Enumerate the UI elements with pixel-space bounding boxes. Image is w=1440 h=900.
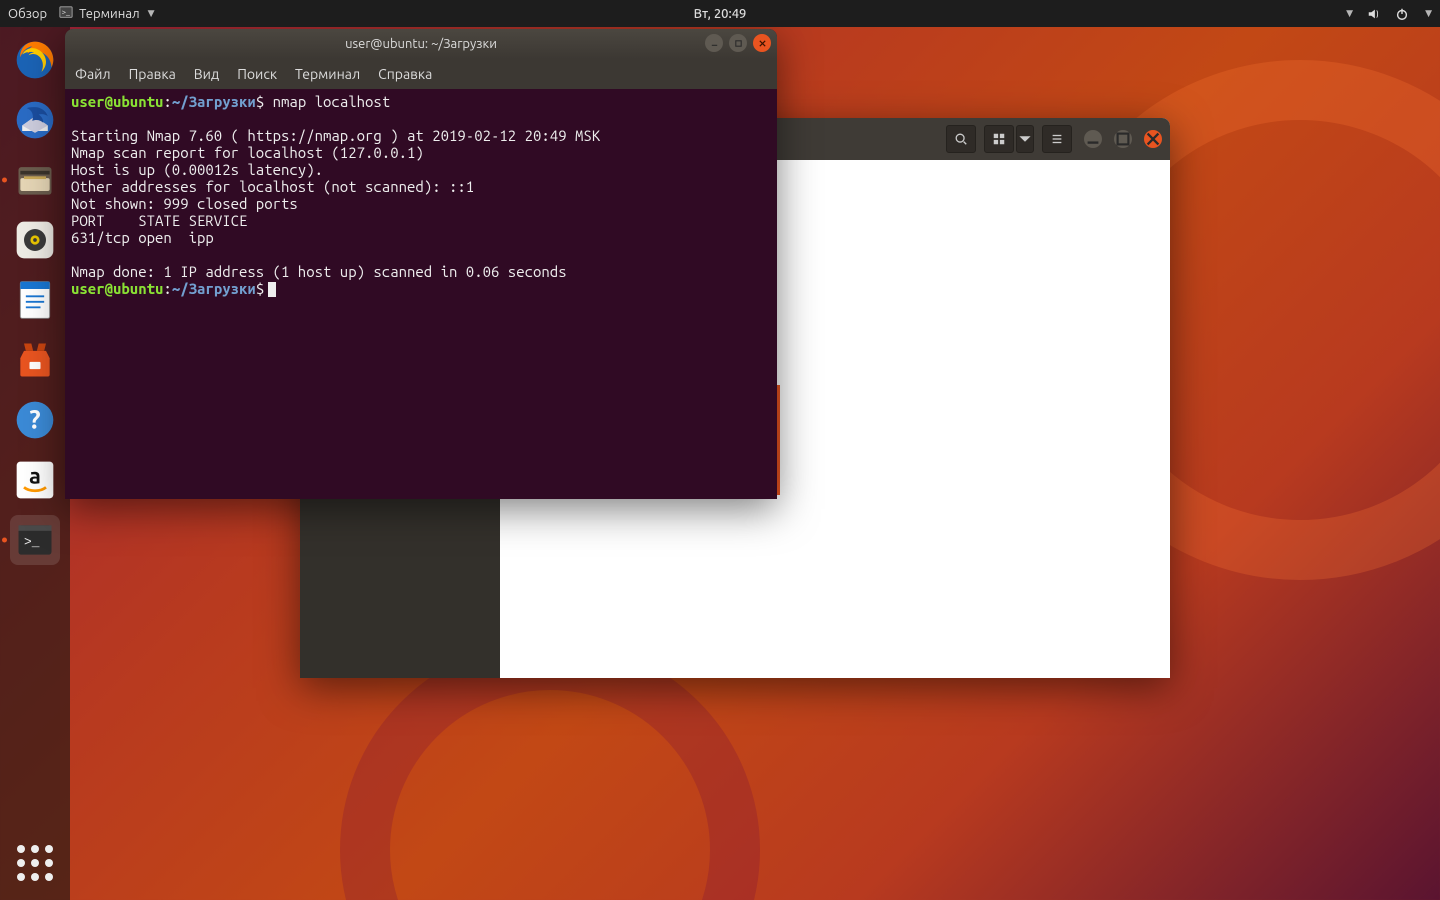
svg-text:a: a (29, 464, 41, 489)
chevron-down-icon: ▼ (1425, 8, 1432, 19)
terminal-output[interactable]: user@ubuntu:~/Загрузки$ nmap localhost S… (65, 89, 777, 301)
dock: ? a >_ (0, 27, 70, 900)
command-text: nmap localhost (264, 93, 390, 110)
volume-icon[interactable] (1367, 7, 1381, 21)
view-grid-button[interactable] (984, 125, 1014, 153)
window-title: user@ubuntu: ~/Загрузки (345, 37, 497, 51)
apps-grid-icon (17, 845, 53, 881)
prompt-sep: : (163, 93, 171, 110)
output-line: 631/tcp open ipp (71, 229, 214, 246)
svg-text:?: ? (29, 404, 40, 433)
output-line: Nmap scan report for localhost (127.0.0.… (71, 144, 424, 161)
minimize-button[interactable] (705, 34, 723, 52)
prompt-path: ~/Загрузки (172, 93, 256, 110)
running-indicator (2, 178, 7, 183)
chevron-down-icon: ▼ (148, 8, 155, 19)
svg-text:>_: >_ (24, 535, 40, 550)
app-menu-label: Терминал (79, 7, 139, 21)
prompt-user: user@ubuntu (71, 280, 163, 297)
output-line: Other addresses for localhost (not scann… (71, 178, 474, 195)
view-dropdown-button[interactable] (1016, 125, 1034, 153)
app-menu-button[interactable]: >_ Терминал ▼ (59, 5, 154, 22)
system-menu-network[interactable]: ▼ (1344, 8, 1353, 19)
menu-file[interactable]: Файл (75, 66, 111, 82)
dock-item-amazon[interactable]: a (10, 455, 60, 505)
search-button[interactable] (946, 125, 976, 153)
svg-text:>_: >_ (62, 9, 70, 17)
dock-item-thunderbird[interactable] (10, 95, 60, 145)
show-applications-button[interactable] (10, 838, 60, 888)
output-line: Host is up (0.00012s latency). (71, 161, 323, 178)
menu-view[interactable]: Вид (194, 66, 219, 82)
menu-search[interactable]: Поиск (237, 66, 277, 82)
dock-item-writer[interactable] (10, 275, 60, 325)
top-bar: Обзор >_ Терминал ▼ Вт, 20:49 ▼ ▼ (0, 0, 1440, 27)
dock-item-help[interactable]: ? (10, 395, 60, 445)
output-line: Nmap done: 1 IP address (1 host up) scan… (71, 263, 567, 280)
terminal-icon: >_ (59, 5, 73, 22)
close-button[interactable] (1144, 130, 1162, 148)
menu-edit[interactable]: Правка (129, 66, 176, 82)
terminal-titlebar[interactable]: user@ubuntu: ~/Загрузки (65, 29, 777, 59)
dock-item-terminal[interactable]: >_ (10, 515, 60, 565)
chevron-down-icon: ▼ (1346, 8, 1353, 19)
hamburger-menu-button[interactable] (1042, 125, 1072, 153)
cursor (268, 282, 276, 297)
menu-terminal[interactable]: Терминал (295, 66, 360, 82)
dock-item-rhythmbox[interactable] (10, 215, 60, 265)
prompt-sep: : (163, 280, 171, 297)
dock-item-software[interactable] (10, 335, 60, 385)
menu-help[interactable]: Справка (378, 66, 432, 82)
output-line: Starting Nmap 7.60 ( https://nmap.org ) … (71, 127, 600, 144)
prompt-user: user@ubuntu (71, 93, 163, 110)
power-icon[interactable] (1395, 7, 1409, 21)
terminal-menubar: Файл Правка Вид Поиск Терминал Справка (65, 59, 777, 89)
dock-item-firefox[interactable] (10, 35, 60, 85)
running-indicator (2, 538, 7, 543)
minimize-button[interactable] (1084, 130, 1102, 148)
dock-item-files[interactable] (10, 155, 60, 205)
maximize-button[interactable] (729, 34, 747, 52)
output-line: PORT STATE SERVICE (71, 212, 247, 229)
activities-button[interactable]: Обзор (8, 7, 47, 21)
prompt-dollar: $ (256, 93, 264, 110)
close-button[interactable] (753, 34, 771, 52)
prompt-path: ~/Загрузки (172, 280, 256, 297)
maximize-button[interactable] (1114, 130, 1132, 148)
prompt-dollar: $ (256, 280, 264, 297)
output-line: Not shown: 999 closed ports (71, 195, 298, 212)
terminal-window[interactable]: user@ubuntu: ~/Загрузки Файл Правка Вид … (65, 29, 777, 499)
clock[interactable]: Вт, 20:49 (694, 7, 747, 21)
